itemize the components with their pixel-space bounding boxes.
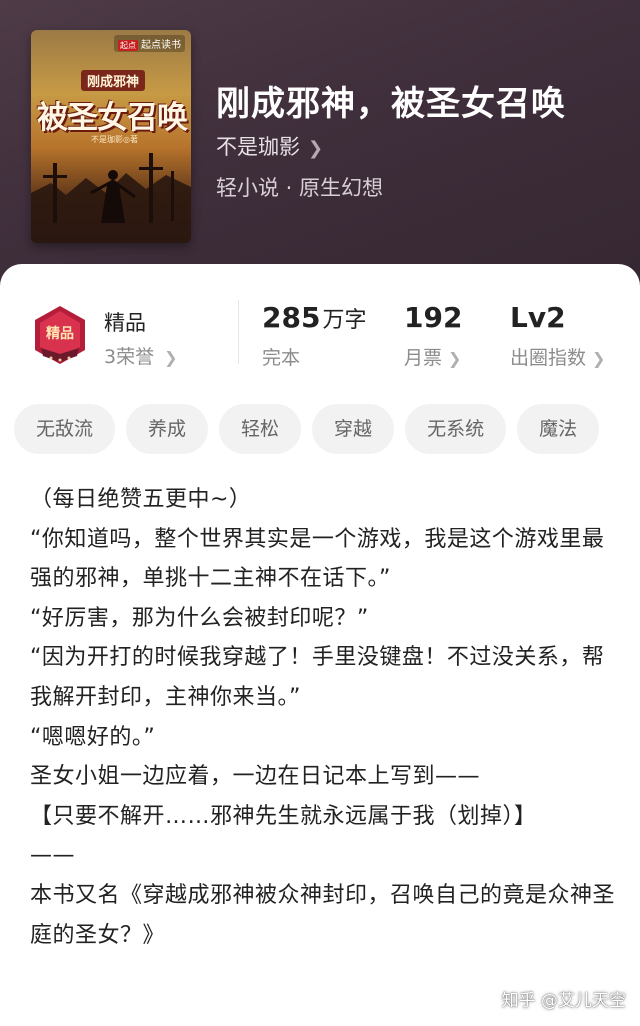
description-line: （每日绝赞五更中~）	[30, 487, 252, 512]
popularity-index-value: Lv2	[510, 301, 566, 334]
cover-small-title: 刚成邪神	[81, 70, 146, 91]
tag-list: 无敌流 养成 轻松 穿越 无系统 魔法	[14, 404, 640, 454]
description-line: “嗯嗯好的。”	[30, 724, 156, 750]
word-count-number: 285	[262, 301, 321, 334]
honor-count: 3荣誉	[104, 346, 155, 368]
author-link[interactable]: 不是珈影 ❯	[216, 131, 323, 161]
monthly-votes-link[interactable]: 月票 ❯	[404, 343, 461, 370]
cover-battlefield-illustration	[31, 153, 191, 243]
word-count-unit: 万字	[322, 308, 367, 333]
tag-chip[interactable]: 魔法	[517, 404, 600, 454]
book-genre: 轻小说 · 原生幻想	[216, 176, 384, 200]
book-description[interactable]: （每日绝赞五更中~） “你知道吗，整个世界其实是一个游戏，我是这个游戏里最强的邪…	[30, 480, 620, 955]
monthly-votes-value: 192	[404, 301, 463, 334]
tag-chip[interactable]: 穿越	[312, 404, 395, 454]
stats-divider	[238, 300, 239, 364]
tag-chip[interactable]: 轻松	[219, 404, 302, 454]
chevron-right-icon: ❯	[308, 138, 324, 159]
cover-publisher-name: 起点读书	[141, 40, 181, 51]
honor-link[interactable]: 3荣誉 ❯	[104, 342, 178, 369]
chevron-right-icon: ❯	[592, 349, 606, 368]
tag-chip[interactable]: 养成	[126, 404, 209, 454]
book-header: 起点 起点读书 刚成邪神 被圣女召唤 不是珈影◎著 刚成邪神，被圣女召唤 不是珈影…	[0, 0, 640, 300]
tag-chip[interactable]: 无系统	[405, 404, 507, 454]
description-line: “你知道吗，整个世界其实是一个游戏，我是这个游戏里最强的邪神，单挑十二主神不在话…	[30, 526, 605, 592]
popularity-index-link[interactable]: 出圈指数 ❯	[510, 343, 605, 370]
book-title: 刚成邪神，被圣女召唤	[216, 84, 566, 124]
description-line: ——	[30, 843, 75, 869]
premium-badge-text: 精品	[46, 325, 74, 342]
author-name: 不是珈影	[216, 135, 300, 159]
cover-publisher-mark: 起点	[118, 40, 138, 51]
description-line: 【只要不解开……邪神先生就永远属于我（划掉）】	[30, 803, 537, 829]
chevron-right-icon: ❯	[164, 348, 178, 367]
chevron-right-icon: ❯	[448, 349, 462, 368]
popularity-index-label: 出圈指数	[510, 347, 587, 369]
watermark: 知乎 @艾儿天空	[501, 991, 626, 1011]
description-line: 圣女小姐一边应着，一边在日记本上写到——	[30, 764, 481, 790]
monthly-votes-label: 月票	[404, 347, 443, 369]
premium-badge-icon[interactable]: 精品	[29, 304, 91, 366]
cover-publisher-logo: 起点 起点读书	[114, 35, 185, 52]
completion-status: 完本	[262, 347, 301, 369]
word-count-value: 285万字	[262, 301, 366, 334]
description-line: 本书又名《穿越成邪神被众神封印，召唤自己的竟是众神圣庭的圣女？》	[30, 882, 616, 948]
description-line: “好厉害，那为什么会被封印呢？”	[30, 605, 369, 631]
description-line: “因为开打的时候我穿越了！手里没键盘！不过没关系，帮我解开封印，主神你来当。”	[30, 645, 605, 710]
honor-title: 精品	[104, 311, 146, 335]
book-cover[interactable]: 起点 起点读书 刚成邪神 被圣女召唤 不是珈影◎著	[31, 30, 191, 243]
tag-chip[interactable]: 无敌流	[14, 404, 116, 454]
